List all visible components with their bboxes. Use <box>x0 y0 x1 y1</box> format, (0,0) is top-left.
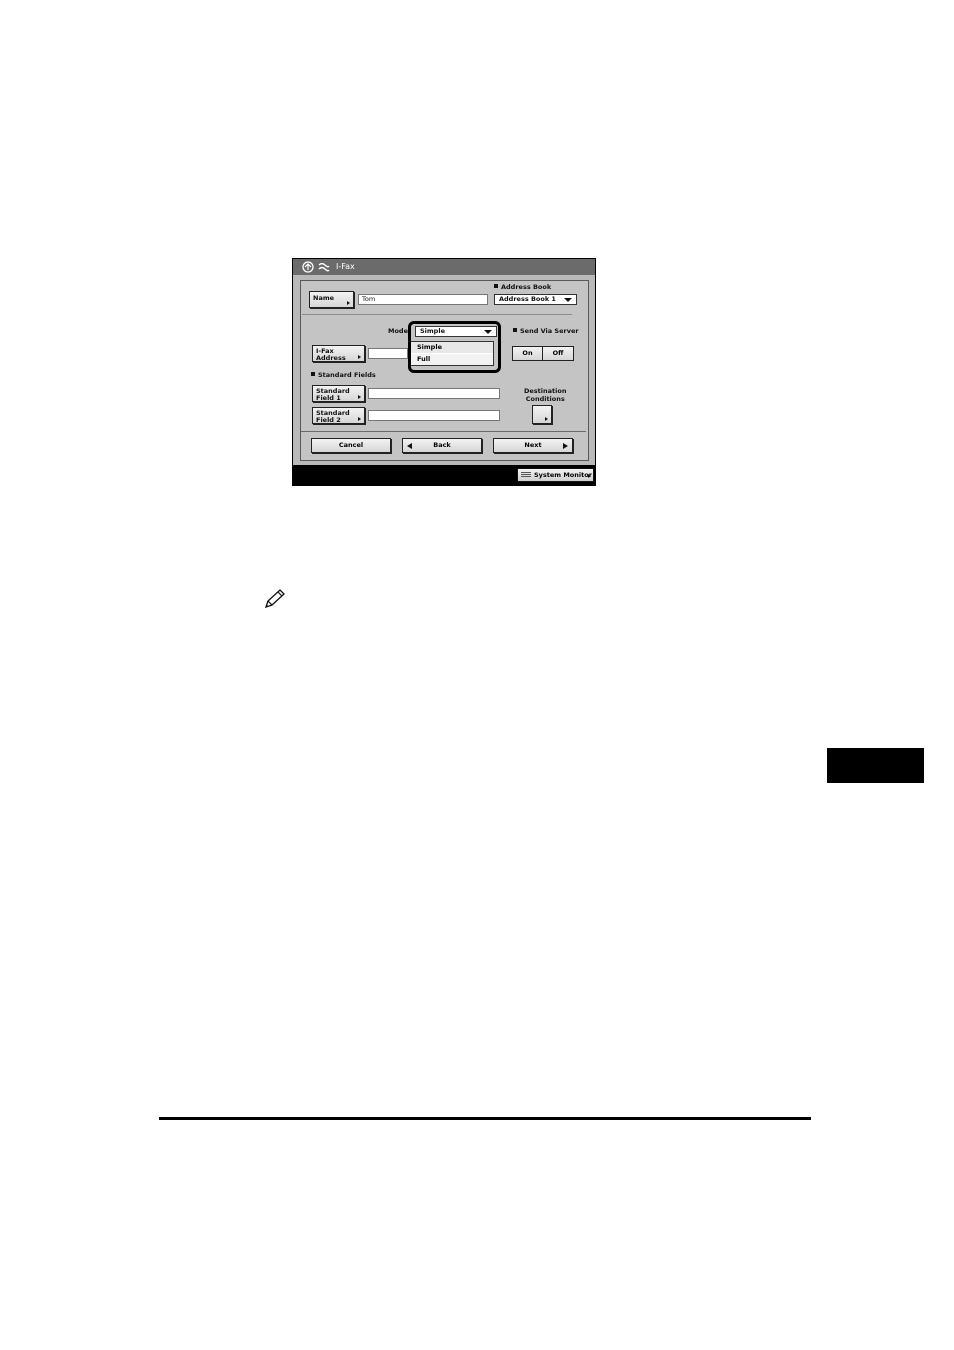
arrow-left-icon <box>407 443 412 449</box>
mode-label: Mode: <box>388 327 411 335</box>
arrow-right-icon <box>358 395 361 399</box>
chevron-down-icon <box>484 330 492 334</box>
name-field[interactable]: Tom <box>358 294 488 305</box>
pencil-note-icon <box>264 589 285 609</box>
mode-options-list: Simple Full <box>410 341 494 366</box>
destination-conditions-button[interactable] <box>532 405 552 424</box>
mode-value: Simple <box>420 327 445 335</box>
send-via-server-heading: Send Via Server <box>513 327 579 335</box>
chevron-down-icon <box>564 298 572 302</box>
divider <box>301 431 586 432</box>
next-button-label: Next <box>524 441 542 449</box>
mode-dropdown[interactable]: Simple <box>415 326 497 337</box>
name-button[interactable]: Name <box>309 291 354 308</box>
footer-rule <box>159 1117 811 1120</box>
address-book-heading: Address Book <box>494 283 551 291</box>
standard-field-2-label: Standard Field 2 <box>316 409 350 424</box>
standard-field-2-input[interactable] <box>368 410 500 421</box>
standard-field-1-input[interactable] <box>368 388 500 399</box>
arrow-right-icon <box>563 443 568 449</box>
mode-option-simple[interactable]: Simple <box>411 342 493 353</box>
arrow-right-icon <box>588 474 591 478</box>
title-bar: I-Fax <box>293 259 595 275</box>
back-button-label: Back <box>433 441 451 449</box>
ifax-address-button-label: I-Fax Address <box>316 347 346 362</box>
standard-field-1-button[interactable]: Standard Field 1 <box>312 385 365 402</box>
arrow-right-icon <box>358 417 361 421</box>
arrow-right-icon <box>347 301 350 305</box>
arrow-right-icon <box>545 417 548 421</box>
standard-field-2-button[interactable]: Standard Field 2 <box>312 407 365 424</box>
fax-icon <box>318 262 330 272</box>
send-via-server-on-button[interactable]: On <box>512 346 543 361</box>
name-button-label: Name <box>313 294 335 302</box>
system-monitor-button[interactable]: System Monitor <box>517 468 594 482</box>
ifax-address-field[interactable] <box>368 348 408 359</box>
send-via-server-off-button[interactable]: Off <box>542 346 574 361</box>
destination-conditions-label: Destination Conditions <box>524 387 567 403</box>
address-book-value: Address Book 1 <box>499 295 556 303</box>
address-book-dropdown[interactable]: Address Book 1 <box>494 294 577 305</box>
address-book-label: Address Book <box>501 283 552 291</box>
network-icon <box>302 261 314 273</box>
cancel-button-label: Cancel <box>338 441 364 449</box>
divider <box>302 314 572 315</box>
arrow-right-icon <box>358 355 361 359</box>
next-button[interactable]: Next <box>493 438 573 453</box>
system-monitor-label: System Monitor <box>534 471 592 479</box>
standard-fields-heading: Standard Fields <box>311 371 376 379</box>
standard-field-1-label: Standard Field 1 <box>316 387 350 402</box>
device-touch-screen: I-Fax Name Tom Address Book Address Book… <box>292 258 596 486</box>
chapter-thumb-tab <box>827 748 924 783</box>
ifax-address-button[interactable]: I-Fax Address <box>312 345 365 362</box>
mode-option-full[interactable]: Full <box>411 354 493 365</box>
cancel-button[interactable]: Cancel <box>311 438 391 453</box>
monitor-icon <box>521 472 531 478</box>
ifax-dialog: I-Fax Name Tom Address Book Address Book… <box>293 259 595 465</box>
send-via-server-label: Send Via Server <box>520 327 579 335</box>
back-button[interactable]: Back <box>402 438 482 453</box>
standard-fields-label: Standard Fields <box>318 371 376 379</box>
window-title: I-Fax <box>336 262 355 271</box>
